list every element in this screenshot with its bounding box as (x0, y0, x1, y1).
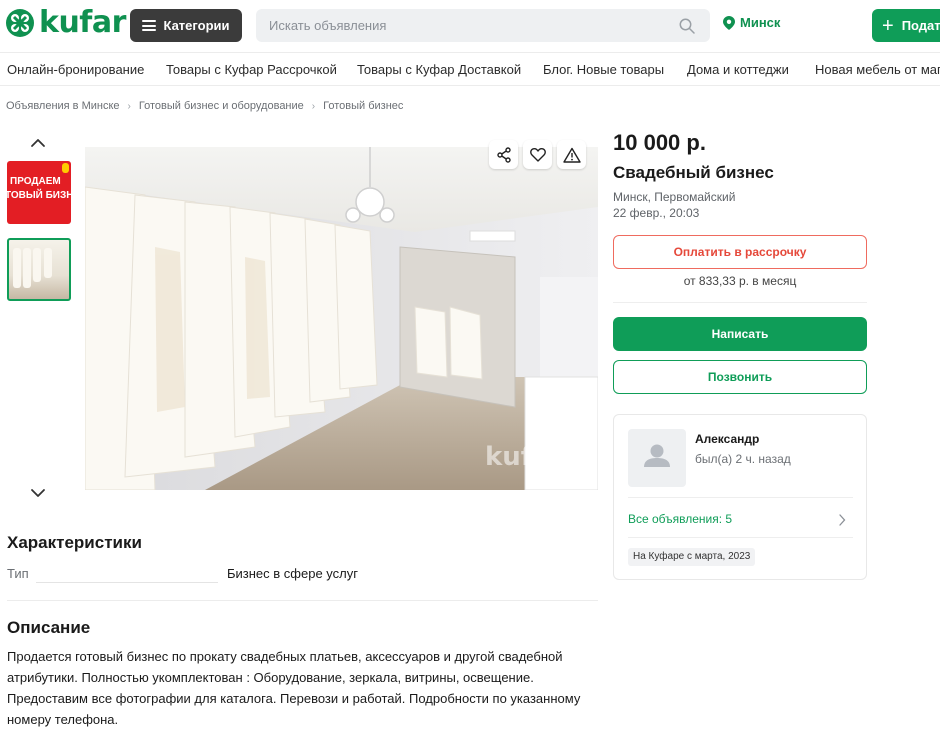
seller-name[interactable]: Александр (695, 432, 759, 446)
dress-shape (13, 248, 21, 288)
dress-shape (44, 248, 52, 278)
call-button[interactable]: Позвонить (613, 360, 867, 394)
watermark-text: kufar (485, 442, 563, 472)
thumbnail-text: ТОВЫЙ БИЗНЕ (7, 190, 71, 201)
user-icon (644, 444, 670, 467)
quick-link-delivery[interactable]: Товары с Куфар Доставкой (357, 62, 521, 77)
divider (613, 302, 867, 303)
gallery-down-arrow-icon[interactable] (30, 488, 46, 498)
menu-icon (142, 20, 157, 31)
site-header: kufar Категории Минск + Подат (0, 0, 940, 52)
breadcrumb-item[interactable]: Готовый бизнес (323, 100, 403, 112)
breadcrumb-item[interactable]: Готовый бизнес и оборудование (139, 100, 304, 112)
report-button[interactable] (557, 140, 586, 169)
share-button[interactable] (489, 140, 518, 169)
divider (7, 600, 598, 601)
quick-links-bar: Онлайн-бронирование Товары с Куфар Расср… (0, 52, 940, 86)
gallery-thumbnail[interactable]: ПРОДАЕМ ТОВЫЙ БИЗНЕ (7, 161, 71, 224)
description-heading: Описание (7, 618, 91, 637)
member-since-badge: На Куфаре с марта, 2023 (628, 548, 756, 566)
gallery-up-arrow-icon[interactable] (30, 138, 46, 148)
search-bar (256, 9, 710, 42)
monthly-payment: от 833,33 р. в месяц (683, 274, 797, 288)
characteristics-heading: Характеристики (7, 533, 142, 552)
wedding-shop-photo: kufar (85, 147, 598, 490)
avatar[interactable] (628, 429, 686, 487)
quick-link-houses[interactable]: Дома и коттеджи (687, 62, 789, 77)
categories-button[interactable]: Категории (130, 9, 242, 42)
char-leader-line (36, 582, 218, 583)
quick-link-booking[interactable]: Онлайн-бронирование (7, 62, 144, 77)
listing-price: 10 000 р. (613, 130, 706, 155)
thumbnail-text: ПРОДАЕМ (10, 176, 61, 187)
plus-icon: + (882, 14, 894, 37)
divider (628, 537, 853, 538)
categories-label: Категории (163, 18, 230, 33)
warning-icon (562, 147, 581, 163)
kufar-logo-icon (6, 9, 34, 37)
logo-text: kufar (39, 5, 126, 40)
listing-location: Минск, Первомайский (613, 190, 736, 204)
quick-link-furniture[interactable]: Новая мебель от мага (815, 62, 940, 77)
kufar-logo[interactable]: kufar (5, 7, 126, 39)
photo-actions (489, 140, 586, 169)
description-text: Продается готовый бизнес по прокату свад… (7, 649, 581, 727)
share-icon (496, 146, 511, 163)
chevron-right-icon[interactable] (838, 514, 846, 526)
seller-last-seen: был(а) 2 ч. назад (695, 452, 791, 466)
submit-ad-button[interactable]: + Подат (872, 9, 940, 42)
quick-link-blog[interactable]: Блог. Новые товары (543, 62, 664, 77)
divider (628, 497, 853, 498)
submit-ad-label: Подат (901, 18, 940, 33)
dress-shape (33, 248, 41, 282)
thumbnail-badge (62, 163, 69, 173)
gallery-thumbnail-selected[interactable] (7, 238, 71, 301)
city-label: Минск (740, 15, 781, 30)
quick-link-installments[interactable]: Товары с Куфар Рассрочкой (166, 62, 337, 77)
breadcrumb-item[interactable]: Объявления в Минске (6, 100, 120, 112)
main-photo[interactable]: kufar (85, 147, 598, 490)
chevron-right-icon: › (127, 100, 131, 112)
city-selector[interactable]: Минск (723, 15, 780, 30)
search-icon[interactable] (679, 18, 695, 34)
favorite-button[interactable] (523, 140, 552, 169)
seller-card: Александр был(а) 2 ч. назад Все объявлен… (613, 414, 867, 580)
pay-installment-button[interactable]: Оплатить в рассрочку (613, 235, 867, 269)
location-pin-icon (723, 15, 735, 30)
search-input[interactable] (256, 9, 676, 42)
listing-date: 22 февр., 20:03 (613, 206, 700, 220)
write-message-button[interactable]: Написать (613, 317, 867, 351)
chevron-right-icon: › (311, 100, 316, 112)
dress-shape (23, 248, 31, 288)
char-type-value: Бизнес в сфере услуг (227, 566, 358, 581)
listing-title: Свадебный бизнес (613, 163, 774, 182)
char-type-label: Тип (7, 566, 29, 581)
heart-icon (529, 147, 546, 162)
all-ads-link[interactable]: Все объявления: 5 (628, 512, 732, 526)
breadcrumb: Объявления в Минске › Готовый бизнес и о… (6, 100, 403, 112)
